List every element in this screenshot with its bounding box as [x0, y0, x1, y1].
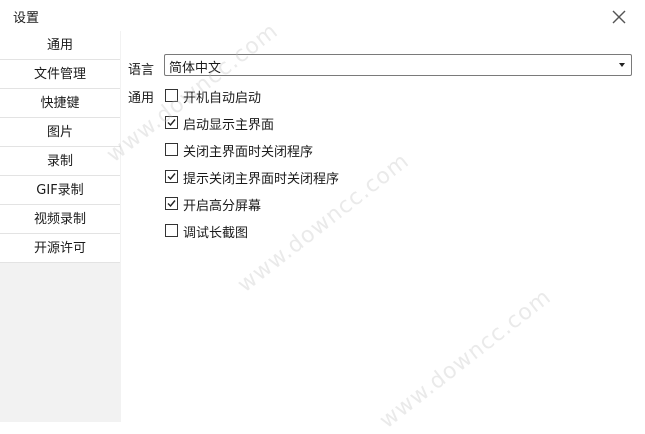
prompt-close-exits-checkbox[interactable] [165, 170, 178, 183]
high-dpi-checkbox[interactable] [165, 197, 178, 210]
sidebar-item-open-source-license[interactable]: 开源许可 [0, 234, 120, 263]
general-section-label: 通用 [128, 91, 155, 106]
settings-window: 设置 通用 文件管理 快捷键 图片 录制 GIF录制 视频录制 开源许可 语言 … [0, 0, 645, 434]
debug-long-screenshot-label: 调试长截图 [183, 226, 249, 241]
checkmark-icon [167, 200, 176, 208]
sidebar-item-file-management[interactable]: 文件管理 [0, 60, 120, 89]
sidebar: 通用 文件管理 快捷键 图片 录制 GIF录制 视频录制 开源许可 [0, 31, 122, 422]
sidebar-item-video-recording[interactable]: 视频录制 [0, 205, 120, 234]
checkmark-icon [167, 173, 176, 181]
close-exits-label: 关闭主界面时关闭程序 [183, 145, 314, 160]
close-exits-checkbox[interactable] [165, 143, 178, 156]
close-icon [612, 10, 626, 24]
sidebar-item-general[interactable]: 通用 [0, 31, 120, 60]
show-main-window-label: 启动显示主界面 [183, 118, 275, 133]
sidebar-item-recording[interactable]: 录制 [0, 147, 120, 176]
sidebar-item-shortcuts[interactable]: 快捷键 [0, 89, 120, 118]
debug-long-screenshot-checkbox[interactable] [165, 224, 178, 237]
language-label: 语言 [128, 63, 155, 78]
sidebar-item-image[interactable]: 图片 [0, 118, 120, 147]
sidebar-item-gif-recording[interactable]: GIF录制 [0, 176, 120, 205]
window-title: 设置 [13, 11, 40, 26]
close-button[interactable] [608, 6, 630, 28]
title-bar: 设置 [0, 0, 645, 31]
high-dpi-label: 开启高分屏幕 [183, 199, 262, 214]
prompt-close-exits-label: 提示关闭主界面时关闭程序 [183, 172, 340, 187]
dropdown-arrow-icon [619, 63, 625, 67]
